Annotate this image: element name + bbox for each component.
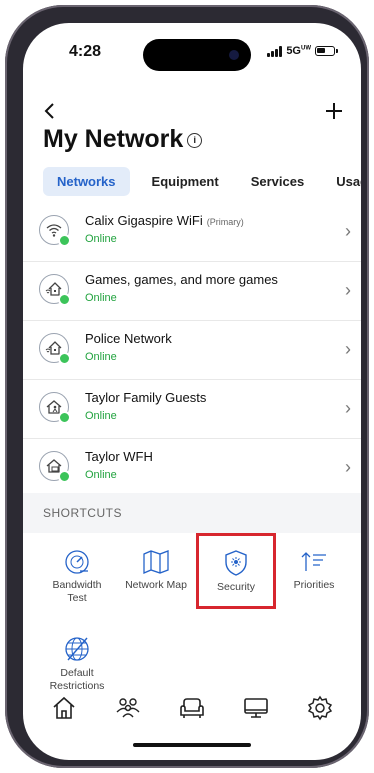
plus-icon bbox=[326, 103, 342, 119]
info-icon[interactable]: i bbox=[187, 132, 203, 148]
chevron-left-icon bbox=[44, 103, 54, 119]
add-button[interactable] bbox=[325, 95, 343, 127]
shortcut-bandwidth-test[interactable]: Bandwidth Test bbox=[42, 549, 112, 605]
network-name: Games, games, and more games bbox=[85, 272, 278, 287]
tab-services[interactable]: Services bbox=[241, 167, 315, 196]
network-type: 5GUW bbox=[286, 45, 311, 57]
phone-frame: 4:28 5GUW My Network i Networks Equipment… bbox=[5, 5, 369, 768]
network-status: Online bbox=[85, 233, 117, 245]
battery-icon bbox=[315, 46, 338, 56]
tab-bar: Networks Equipment Services Usage bbox=[43, 167, 361, 196]
tab-equipment[interactable]: Equipment bbox=[142, 167, 229, 196]
dynamic-island bbox=[143, 39, 251, 71]
page-title: My Network i bbox=[43, 125, 203, 154]
tab-usage[interactable]: Usage bbox=[326, 167, 361, 196]
online-indicator bbox=[58, 234, 71, 247]
network-row[interactable]: Calix Gigaspire WiFi (Primary) Online › bbox=[23, 203, 361, 262]
nav-devices[interactable] bbox=[242, 695, 270, 726]
chevron-right-icon: › bbox=[345, 398, 351, 418]
chevron-right-icon: › bbox=[345, 221, 351, 241]
signal-icon bbox=[267, 45, 283, 57]
gear-icon bbox=[307, 695, 332, 721]
phone-screen: 4:28 5GUW My Network i Networks Equipment… bbox=[23, 23, 361, 760]
nav-settings[interactable] bbox=[307, 695, 333, 726]
shortcut-priorities[interactable]: Priorities bbox=[279, 549, 349, 592]
network-row[interactable]: Police Network Online › bbox=[23, 321, 361, 380]
network-list: Calix Gigaspire WiFi (Primary) Online › G… bbox=[23, 203, 361, 497]
shortcut-default-restrictions[interactable]: Default Restrictions bbox=[42, 635, 112, 693]
network-status: Online bbox=[85, 410, 117, 422]
back-button[interactable] bbox=[43, 99, 57, 127]
home-work-icon bbox=[39, 451, 71, 483]
status-time: 4:28 bbox=[69, 43, 102, 60]
shortcuts-heading: SHORTCUTS bbox=[43, 506, 122, 520]
status-indicators: 5GUW bbox=[267, 45, 338, 57]
shortcuts-section-header: SHORTCUTS bbox=[23, 493, 361, 533]
people-icon bbox=[116, 698, 140, 718]
sofa-icon bbox=[180, 698, 204, 718]
network-status: Online bbox=[85, 292, 117, 304]
network-row[interactable]: Taylor WFH Online › bbox=[23, 439, 361, 497]
online-indicator bbox=[58, 352, 71, 365]
nav-home[interactable] bbox=[51, 695, 77, 726]
network-name: Calix Gigaspire WiFi bbox=[85, 213, 203, 228]
chevron-right-icon: › bbox=[345, 280, 351, 300]
bottom-nav bbox=[23, 695, 361, 726]
nav-people[interactable] bbox=[114, 695, 142, 726]
nav-things[interactable] bbox=[178, 695, 206, 726]
primary-tag: (Primary) bbox=[206, 217, 244, 227]
tab-networks[interactable]: Networks bbox=[43, 167, 130, 196]
network-row[interactable]: Taylor Family Guests Online › bbox=[23, 380, 361, 439]
camera-dot bbox=[229, 50, 239, 60]
priority-icon bbox=[301, 552, 326, 571]
security-highlight-box bbox=[196, 533, 276, 609]
network-name: Taylor WFH bbox=[85, 449, 153, 464]
home-icon bbox=[53, 696, 75, 719]
home-indicator bbox=[133, 743, 251, 747]
shortcut-network-map[interactable]: Network Map bbox=[121, 549, 191, 592]
network-status: Online bbox=[85, 469, 117, 481]
network-row[interactable]: Games, games, and more games Online › bbox=[23, 262, 361, 321]
network-name: Taylor Family Guests bbox=[85, 390, 207, 405]
globe-blocked-icon bbox=[65, 637, 89, 661]
chevron-right-icon: › bbox=[345, 339, 351, 359]
online-indicator bbox=[58, 411, 71, 424]
monitor-icon bbox=[244, 698, 269, 718]
online-indicator bbox=[58, 470, 71, 483]
chevron-right-icon: › bbox=[345, 457, 351, 477]
home-wifi-icon bbox=[39, 274, 71, 306]
home-guest-icon bbox=[39, 392, 71, 424]
online-indicator bbox=[58, 293, 71, 306]
wifi-icon bbox=[39, 215, 71, 247]
home-wifi-icon bbox=[39, 333, 71, 365]
network-name: Police Network bbox=[85, 331, 172, 346]
speedometer-icon bbox=[65, 550, 89, 574]
map-icon bbox=[143, 550, 169, 574]
network-status: Online bbox=[85, 351, 117, 363]
